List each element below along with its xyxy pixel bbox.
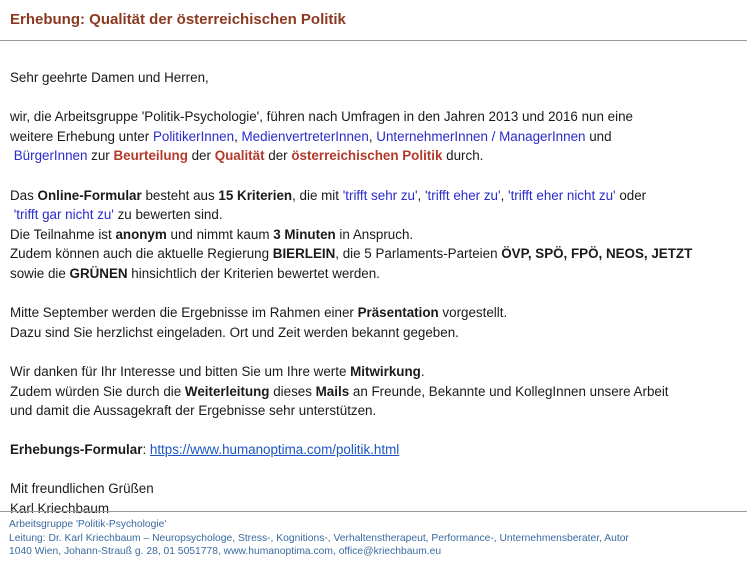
highlight-politics: österreichischen Politik — [291, 148, 443, 164]
option-strongly-agree: 'trifft sehr zu' — [342, 187, 418, 203]
option-disagree: 'trifft eher nicht zu' — [508, 187, 616, 203]
highlight-assessment: Beurteilung — [113, 148, 188, 164]
paragraph-1-line-1: wir, die Arbeitsgruppe 'Politik-Psycholo… — [10, 107, 745, 127]
text: , — [500, 187, 509, 203]
text: , die mit — [292, 187, 343, 203]
text: , — [234, 128, 242, 144]
text: oder — [615, 187, 647, 203]
mails-label: Mails — [315, 383, 350, 399]
criteria-count: 15 Kriterien — [218, 187, 293, 203]
parties-label: ÖVP, SPÖ, FPÖ, NEOS, JETZT — [501, 246, 693, 262]
text: und — [585, 128, 612, 144]
text: wir, die Arbeitsgruppe 'Politik-Psycholo… — [10, 109, 633, 125]
paragraph-2-line-3: Die Teilnahme ist anonym und nimmt kaum … — [10, 225, 745, 245]
email-body: Sehr geehrte Damen und Herren, wir, die … — [10, 68, 745, 519]
paragraph-4-line-1: Wir danken für Ihr Interesse und bitten … — [10, 362, 745, 382]
text: hinsichtlich der Kriterien bewertet werd… — [127, 265, 380, 281]
text: Mitte September werden die Ergebnisse im… — [10, 305, 358, 321]
paragraph-4-line-3: und damit die Aussagekraft der Ergebniss… — [10, 403, 377, 419]
text: der — [264, 148, 292, 164]
survey-form-label: Erhebungs-Formular — [10, 442, 143, 458]
footer-leader: Leitung: Dr. Karl Kriechbaum – Neuropsyc… — [9, 532, 629, 544]
paragraph-2-line-4: Zudem können auch die aktuelle Regierung… — [10, 244, 745, 264]
greens-label: GRÜNEN — [69, 265, 128, 281]
footer-divider — [0, 511, 747, 512]
text: in Anspruch. — [335, 226, 414, 242]
text: zu bewerten sind. — [113, 207, 223, 223]
paragraph-4-line-2: Zudem würden Sie durch die Weiterleitung… — [10, 382, 745, 402]
text: besteht aus — [141, 187, 219, 203]
text: an Freunde, Bekannte und KollegInnen uns… — [349, 383, 669, 399]
survey-form-link[interactable]: https://www.humanoptima.com/politik.html — [150, 442, 399, 457]
government-label: BIERLEIN — [272, 246, 336, 262]
paragraph-1-line-3: BürgerInnen zur Beurteilung der Qualität… — [10, 146, 745, 166]
email-subject: Erhebung: Qualität der österreichischen … — [10, 11, 346, 28]
duration-label: 3 Minuten — [273, 226, 336, 242]
text: weitere Erhebung unter — [10, 128, 153, 144]
email-footer: Arbeitsgruppe 'Politik-Psychologie' Leit… — [9, 518, 745, 559]
text: und nimmt kaum — [166, 226, 274, 242]
closing: Mit freundlichen Grüßen — [10, 481, 154, 497]
email-view: Erhebung: Qualität der österreichischen … — [0, 0, 747, 572]
text: Zudem können auch die aktuelle Regierung — [10, 246, 273, 262]
target-group-media: MedienvertreterInnen — [241, 128, 369, 144]
paragraph-3-line-1: Mitte September werden die Ergebnisse im… — [10, 303, 745, 323]
text: zur — [87, 148, 114, 164]
option-strongly-disagree: 'trifft gar nicht zu' — [13, 207, 114, 223]
survey-form-line: Erhebungs-Formular: https://www.humanopt… — [10, 440, 745, 460]
footer-contact: 1040 Wien, Johann-Strauß g. 28, 01 50517… — [9, 546, 442, 558]
participation-label: Mitwirkung — [350, 363, 421, 379]
text: : — [142, 442, 150, 458]
text: sowie die — [10, 265, 70, 281]
paragraph-1-line-2: weitere Erhebung unter PolitikerInnen, M… — [10, 127, 745, 147]
text: durch. — [442, 148, 484, 164]
text: dieses — [269, 383, 316, 399]
text: Wir danken für Ihr Interesse und bitten … — [10, 363, 351, 379]
target-group-business: UnternehmerInnen / ManagerInnen — [376, 128, 586, 144]
text: Zudem würden Sie durch die — [10, 383, 185, 399]
signature: Karl Kriechbaum — [10, 501, 109, 517]
option-agree: 'trifft eher zu' — [424, 187, 501, 203]
target-group-citizens: BürgerInnen — [13, 148, 88, 164]
text: vorgestellt. — [438, 305, 508, 321]
paragraph-2-line-1: Das Online-Formular besteht aus 15 Krite… — [10, 186, 745, 206]
text: Das — [10, 187, 38, 203]
paragraph-3-line-2: Dazu sind Sie herzlichst eingeladen. Ort… — [10, 324, 459, 340]
email-header: Erhebung: Qualität der österreichischen … — [0, 0, 747, 41]
online-form-label: Online-Formular — [37, 187, 142, 203]
text: , die 5 Parlaments-Parteien — [335, 246, 502, 262]
greeting: Sehr geehrte Damen und Herren, — [10, 70, 209, 85]
footer-org: Arbeitsgruppe 'Politik-Psychologie' — [9, 519, 167, 530]
text: der — [187, 148, 215, 164]
target-group-politicians: PolitikerInnen — [152, 128, 235, 144]
forwarding-label: Weiterleitung — [184, 383, 270, 399]
presentation-label: Präsentation — [357, 305, 439, 321]
anonymous-label: anonym — [115, 226, 167, 242]
text: Die Teilnahme ist — [10, 226, 116, 242]
paragraph-2-line-5: sowie die GRÜNEN hinsichtlich der Kriter… — [10, 264, 745, 284]
paragraph-2-line-2: 'trifft gar nicht zu' zu bewerten sind. — [10, 205, 745, 225]
text: . — [420, 363, 425, 379]
text: , — [417, 187, 425, 203]
highlight-quality: Qualität — [214, 148, 265, 164]
